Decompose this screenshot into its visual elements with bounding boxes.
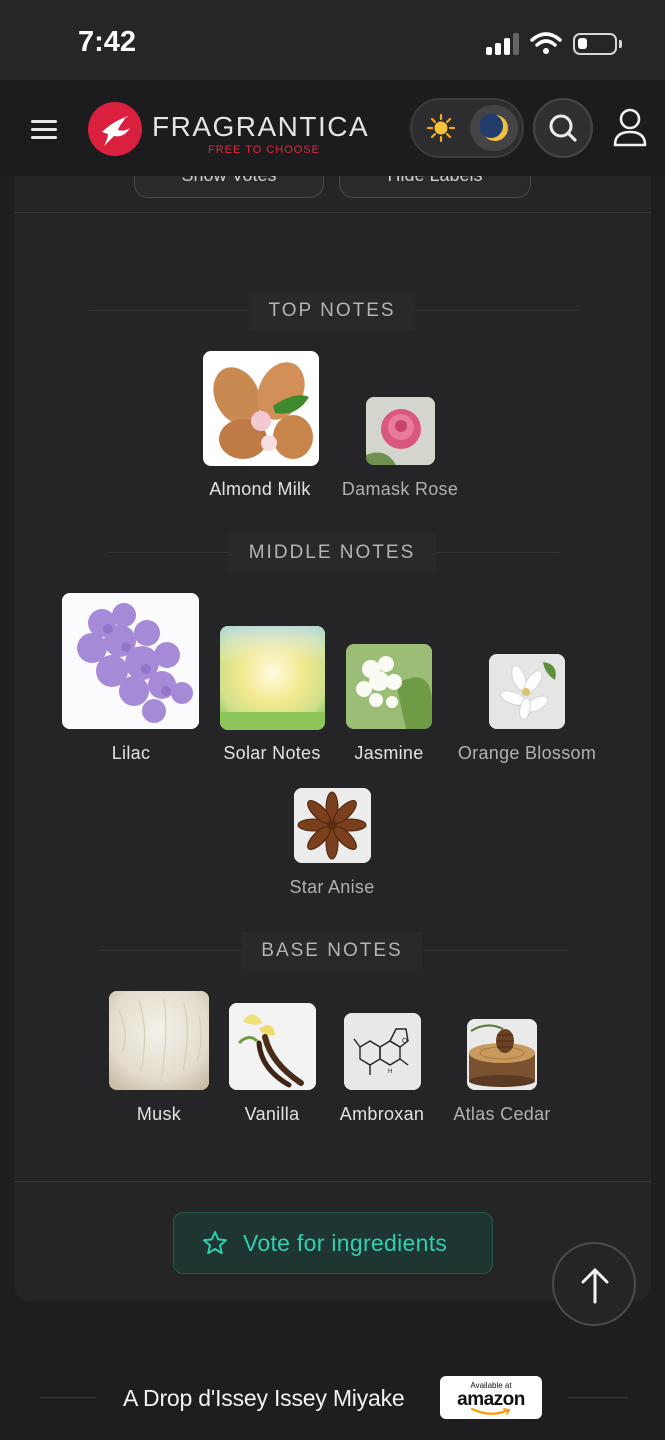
show-votes-button[interactable]: Show Votes — [134, 176, 324, 198]
divider — [14, 1181, 651, 1182]
vote-for-ingredients-button[interactable]: Vote for ingredients — [173, 1212, 493, 1274]
battery-tip — [619, 40, 622, 48]
almond-milk-label[interactable]: Almond Milk — [209, 479, 310, 500]
decorative-rule — [40, 1397, 96, 1398]
battery-icon — [573, 33, 617, 55]
musk-image[interactable] — [109, 991, 209, 1090]
star-outline-icon — [203, 1231, 227, 1255]
star-anise-label[interactable]: Star Anise — [289, 877, 374, 898]
vote-button-label: Vote for ingredients — [243, 1230, 448, 1256]
scroll-to-top-button[interactable] — [552, 1242, 636, 1326]
cellular-signal-icon — [486, 33, 520, 55]
damask-rose-image[interactable] — [366, 397, 435, 465]
search-icon — [549, 114, 577, 142]
ambroxan-molecule-image[interactable]: O H — [344, 1013, 421, 1090]
orange-blossom-label[interactable]: Orange Blossom — [458, 743, 596, 764]
status-bar: 7:42 — [0, 0, 665, 80]
jasmine-label[interactable]: Jasmine — [354, 743, 423, 764]
moon-icon[interactable] — [480, 113, 510, 143]
theme-toggle[interactable] — [410, 98, 524, 158]
hide-labels-button[interactable]: Hide Labels — [339, 176, 531, 198]
middle-notes-heading: MIDDLE NOTES — [228, 534, 436, 572]
almond-milk-image[interactable] — [203, 351, 319, 466]
product-name[interactable]: A Drop d'Issey Issey Miyake — [123, 1385, 405, 1412]
arrow-up-icon — [581, 1268, 609, 1304]
hide-labels-label: Hide Labels — [387, 176, 482, 185]
amazon-smile-icon — [470, 1408, 511, 1415]
user-account-icon[interactable] — [612, 107, 648, 149]
damask-rose-label[interactable]: Damask Rose — [342, 479, 458, 500]
amazon-badge[interactable]: Available at amazon — [440, 1376, 542, 1419]
top-notes-heading: TOP NOTES — [248, 292, 416, 330]
musk-label[interactable]: Musk — [137, 1104, 181, 1125]
hummingbird-logo-icon[interactable] — [88, 102, 142, 156]
jasmine-image[interactable] — [346, 644, 432, 729]
sun-icon[interactable] — [426, 113, 456, 143]
divider — [14, 212, 651, 213]
vanilla-image[interactable] — [229, 1003, 316, 1090]
solar-notes-label[interactable]: Solar Notes — [223, 743, 320, 764]
lilac-image[interactable] — [62, 593, 199, 729]
notes-pyramid-card: Show Votes Hide Labels TOP NOTES Almond … — [14, 176, 651, 1301]
decorative-rule — [568, 1397, 628, 1398]
hamburger-menu-icon[interactable] — [31, 120, 57, 139]
product-bar: A Drop d'Issey Issey Miyake Available at… — [0, 1352, 665, 1440]
orange-blossom-image[interactable] — [489, 654, 565, 729]
lilac-label[interactable]: Lilac — [112, 743, 151, 764]
solar-notes-image[interactable] — [220, 626, 325, 730]
ambroxan-label[interactable]: Ambroxan — [340, 1104, 424, 1125]
brand-name[interactable]: FRAGRANTICA — [152, 111, 369, 143]
brand-tagline: FREE TO CHOOSE — [208, 144, 321, 156]
wifi-icon — [530, 32, 562, 54]
svg-text:H: H — [388, 1069, 392, 1075]
app-header: FRAGRANTICA FREE TO CHOOSE — [0, 80, 665, 176]
atlas-cedar-label[interactable]: Atlas Cedar — [453, 1104, 550, 1125]
search-button[interactable] — [533, 98, 593, 158]
vanilla-label[interactable]: Vanilla — [245, 1104, 300, 1125]
star-anise-image[interactable] — [294, 788, 371, 863]
svg-text:O: O — [402, 1038, 408, 1045]
show-votes-label: Show Votes — [181, 176, 276, 185]
status-time: 7:42 — [78, 26, 137, 58]
atlas-cedar-image[interactable] — [467, 1019, 537, 1090]
base-notes-heading: BASE NOTES — [241, 932, 423, 970]
page: 7:42 FRAGRANTICA FREE TO CHOOSE TOP NOTE… — [0, 0, 665, 1440]
